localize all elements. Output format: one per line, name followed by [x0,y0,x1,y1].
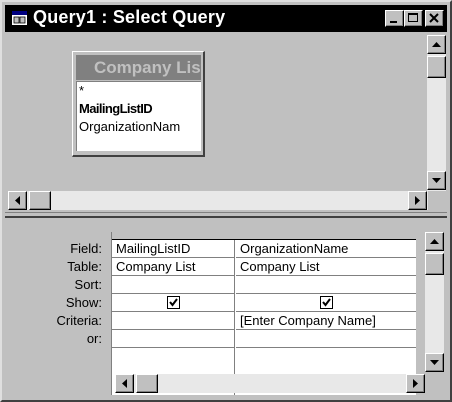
scroll-right-button[interactable] [408,191,427,210]
grid-scroll-thumb[interactable] [425,253,444,275]
checkmark-icon [168,298,178,307]
criteria-cell[interactable]: [Enter Company Name] [236,312,416,330]
field-list-title[interactable]: Company List [76,55,201,80]
row-label-or: or: [86,331,102,346]
arrow-right-icon [414,196,420,205]
scroll-left-button[interactable] [8,191,27,210]
scroll-up-button[interactable] [427,35,446,54]
arrow-down-icon [432,177,441,183]
sort-cell[interactable] [112,276,234,294]
window-title: Query1 : Select Query [33,7,226,27]
grid-h-scroll-thumb[interactable] [136,374,158,393]
title-bar[interactable]: Query1 : Select Query [5,5,447,32]
show-checkbox[interactable] [166,296,180,310]
h-scroll-thumb[interactable] [29,191,51,210]
row-label-sort: Sort: [74,277,102,292]
show-checkbox[interactable] [319,296,333,310]
arrow-up-icon [430,238,439,244]
grid-horizontal-scrollbar[interactable] [115,374,425,393]
pane-splitter[interactable] [5,212,447,218]
maximize-button[interactable] [404,10,423,27]
criteria-cell[interactable] [112,312,234,330]
close-button[interactable] [425,10,444,27]
grid-scroll-up-button[interactable] [425,232,444,251]
field-item-mailinglistid[interactable]: MailingListID [77,100,201,118]
field-list-items: * MailingListID OrganizationNam [76,81,201,151]
show-cell [236,294,416,312]
grid-scroll-down-button[interactable] [425,353,444,372]
or-cell[interactable] [236,330,416,348]
table-cell[interactable]: Company List [112,258,234,276]
row-label-table: Table: [67,259,102,274]
grid-row-labels: Field: Table: Sort: Show: Criteria: or: [5,240,107,348]
field-cell[interactable]: OrganizationName [236,240,416,258]
arrow-up-icon [432,41,441,47]
minimize-button[interactable] [385,10,404,27]
arrow-left-icon [14,196,20,205]
grid-column-1: MailingListID Company List [112,240,235,395]
query-icon [11,10,28,26]
field-item-organizationname[interactable]: OrganizationNam [77,118,201,136]
design-grid: MailingListID Company List OrganizationN… [111,232,416,395]
table-pane: Company List * MailingListID Organizatio… [8,35,428,191]
design-grid-pane: Field: Table: Sort: Show: Criteria: or: … [5,222,447,397]
grid-scroll-left-button[interactable] [115,374,134,393]
maximize-icon [408,13,418,22]
upper-vertical-scrollbar[interactable] [427,35,446,191]
checkmark-icon [321,298,331,307]
table-cell[interactable]: Company List [236,258,416,276]
column-selector-bar[interactable] [112,232,416,240]
grid-column-2: OrganizationName Company List [Enter Com… [236,240,416,395]
field-item-all[interactable]: * [77,82,201,100]
arrow-left-icon [121,379,127,388]
close-icon [429,13,439,23]
scroll-thumb[interactable] [427,56,446,78]
arrow-right-icon [412,379,418,388]
minimize-icon [390,21,397,23]
arrow-down-icon [430,359,439,365]
row-label-show: Show: [65,295,102,310]
grid-vertical-scrollbar[interactable] [425,232,444,372]
query-window: Query1 : Select Query Company List * Mai… [0,0,452,402]
grid-scroll-right-button[interactable] [406,374,425,393]
sort-cell[interactable] [236,276,416,294]
field-list-company[interactable]: Company List * MailingListID Organizatio… [72,51,205,157]
scroll-down-button[interactable] [427,171,446,190]
or-cell[interactable] [112,330,234,348]
show-cell [112,294,234,312]
row-label-criteria: Criteria: [56,313,102,328]
row-label-field: Field: [70,241,102,256]
upper-horizontal-scrollbar[interactable] [8,191,428,210]
field-cell[interactable]: MailingListID [112,240,234,258]
